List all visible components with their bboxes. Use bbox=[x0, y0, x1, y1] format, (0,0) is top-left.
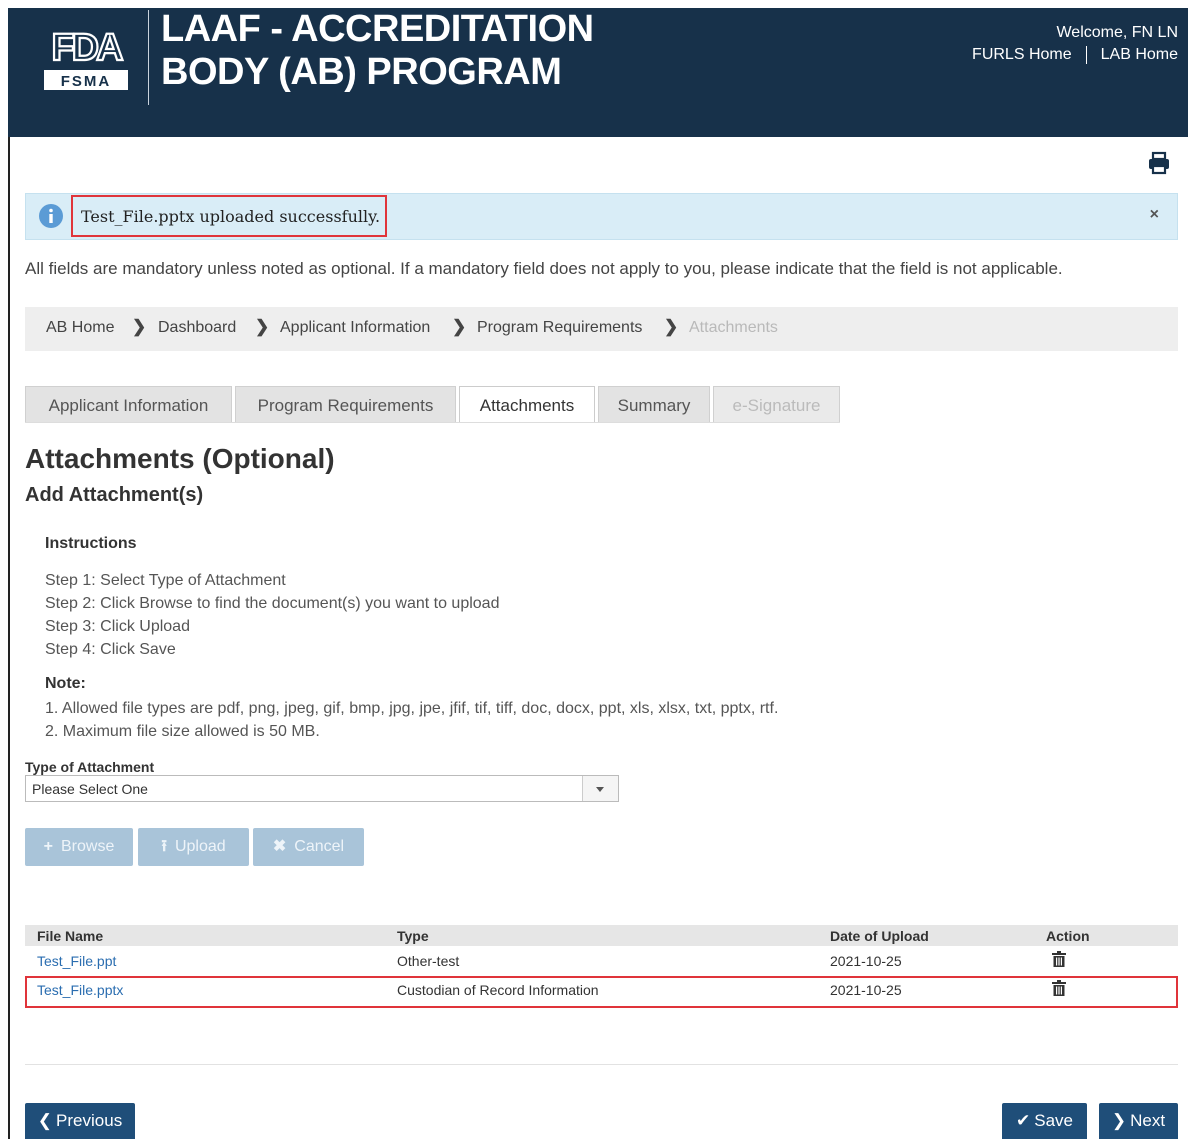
type-of-attachment-select[interactable]: Please Select One bbox=[25, 775, 619, 802]
save-label: Save bbox=[1034, 1111, 1073, 1130]
breadcrumb-ab-home[interactable]: AB Home bbox=[46, 319, 114, 337]
logo-fda-text: FDA bbox=[51, 27, 123, 69]
chevron-right-icon: ❯ bbox=[664, 317, 679, 336]
chevron-right-icon: ❯ bbox=[255, 317, 270, 336]
table-row: Test_File.ppt Other-test 2021-10-25 bbox=[25, 950, 1178, 978]
note-item: 2. Maximum file size allowed is 50 MB. bbox=[45, 723, 320, 740]
column-header-action: Action bbox=[1046, 928, 1090, 944]
upload-label: Upload bbox=[174, 838, 226, 855]
tab-e-signature: e-Signature bbox=[713, 386, 840, 423]
table-header: File Name Type Date of Upload Action bbox=[25, 925, 1178, 946]
column-header-type: Type bbox=[397, 928, 429, 944]
alert-message: Test_File.pptx uploaded successfully. bbox=[81, 207, 381, 226]
chevron-right-icon: ❯ bbox=[452, 317, 467, 336]
welcome-text: Welcome, FN LN bbox=[1056, 24, 1178, 41]
tab-summary[interactable]: Summary bbox=[598, 386, 710, 423]
breadcrumb-attachments: Attachments bbox=[689, 319, 778, 336]
file-link[interactable]: Test_File.ppt bbox=[37, 953, 116, 969]
browse-label: Browse bbox=[60, 838, 115, 855]
previous-button[interactable]: ❮ Previous bbox=[25, 1103, 135, 1139]
info-icon bbox=[39, 204, 63, 228]
chevron-left-circle-icon: ❮ bbox=[37, 1111, 53, 1130]
previous-label: Previous bbox=[56, 1111, 123, 1130]
column-header-file-name: File Name bbox=[37, 928, 104, 944]
top-links: FURLS Home LAB Home bbox=[972, 46, 1178, 64]
close-icon: ✖ bbox=[272, 838, 287, 855]
tab-program-requirements[interactable]: Program Requirements bbox=[235, 386, 456, 423]
column-header-date: Date of Upload bbox=[830, 928, 929, 944]
save-check-icon: ✔ bbox=[1016, 1111, 1031, 1130]
next-label: Next bbox=[1130, 1111, 1166, 1130]
mandatory-note: All fields are mandatory unless noted as… bbox=[25, 259, 1063, 278]
cancel-button[interactable]: ✖ Cancel bbox=[253, 828, 364, 866]
lab-home-link[interactable]: LAB Home bbox=[1101, 46, 1178, 63]
note-list: 1. Allowed file types are pdf, png, jpeg… bbox=[45, 697, 778, 743]
instruction-step: Step 1: Select Type of Attachment bbox=[45, 572, 286, 589]
logo-divider bbox=[148, 10, 149, 105]
plus-icon: + bbox=[43, 838, 53, 855]
note-title: Note: bbox=[45, 675, 86, 692]
breadcrumb-program-requirements[interactable]: Program Requirements bbox=[477, 319, 642, 337]
close-icon[interactable]: × bbox=[1150, 206, 1159, 224]
type-of-attachment-label: Type of Attachment bbox=[25, 759, 155, 775]
furls-home-link[interactable]: FURLS Home bbox=[972, 46, 1072, 63]
breadcrumb-applicant-information[interactable]: Applicant Information bbox=[280, 319, 430, 337]
fda-fsma-logo: FDA FSMA bbox=[44, 26, 128, 90]
tab-attachments[interactable]: Attachments bbox=[459, 386, 595, 423]
instruction-steps: Step 1: Select Type of Attachment Step 2… bbox=[45, 569, 499, 661]
page-title: Attachments (Optional) bbox=[25, 443, 335, 474]
upload-date: 2021-10-25 bbox=[830, 953, 902, 969]
app-header: FDA FSMA LAAF - ACCREDITATION BODY (AB) … bbox=[8, 8, 1188, 137]
app-title-line1: LAAF - ACCREDITATION bbox=[161, 8, 594, 50]
success-alert: Test_File.pptx uploaded successfully. × bbox=[25, 193, 1178, 240]
link-separator bbox=[1085, 46, 1087, 64]
instruction-step: Step 4: Click Save bbox=[45, 641, 176, 658]
select-value: Please Select One bbox=[32, 781, 148, 797]
row-highlight-box bbox=[25, 976, 1178, 1008]
trash-icon[interactable] bbox=[1052, 951, 1066, 967]
upload-button[interactable]: ⭱ Upload bbox=[138, 828, 249, 866]
chevron-right-circle-icon: ❯ bbox=[1111, 1111, 1127, 1130]
instructions-title: Instructions bbox=[45, 535, 137, 552]
save-button[interactable]: ✔ Save bbox=[1002, 1103, 1087, 1139]
print-icon[interactable] bbox=[1146, 150, 1172, 176]
upload-icon: ⭱ bbox=[161, 838, 167, 855]
next-button[interactable]: ❯ Next bbox=[1099, 1103, 1178, 1139]
chevron-right-icon: ❯ bbox=[132, 317, 147, 336]
section-subtitle: Add Attachment(s) bbox=[25, 484, 204, 506]
tab-underline bbox=[25, 422, 840, 423]
tab-applicant-information[interactable]: Applicant Information bbox=[25, 386, 232, 423]
app-title-line2: BODY (AB) PROGRAM bbox=[161, 51, 562, 93]
note-item: 1. Allowed file types are pdf, png, jpeg… bbox=[45, 700, 779, 717]
instruction-step: Step 3: Click Upload bbox=[45, 618, 190, 635]
divider bbox=[25, 1064, 1178, 1065]
breadcrumb: AB Home ❯ Dashboard ❯ Applicant Informat… bbox=[25, 307, 1178, 351]
browse-button[interactable]: + Browse bbox=[25, 828, 133, 866]
cancel-label: Cancel bbox=[294, 838, 345, 855]
file-type: Other-test bbox=[397, 953, 460, 969]
chevron-down-icon[interactable] bbox=[582, 776, 618, 801]
instruction-step: Step 2: Click Browse to find the documen… bbox=[45, 595, 500, 612]
logo-fsma-text: FSMA bbox=[61, 73, 112, 90]
breadcrumb-dashboard[interactable]: Dashboard bbox=[158, 319, 236, 337]
app-title: LAAF - ACCREDITATION BODY (AB) PROGRAM bbox=[161, 8, 681, 94]
